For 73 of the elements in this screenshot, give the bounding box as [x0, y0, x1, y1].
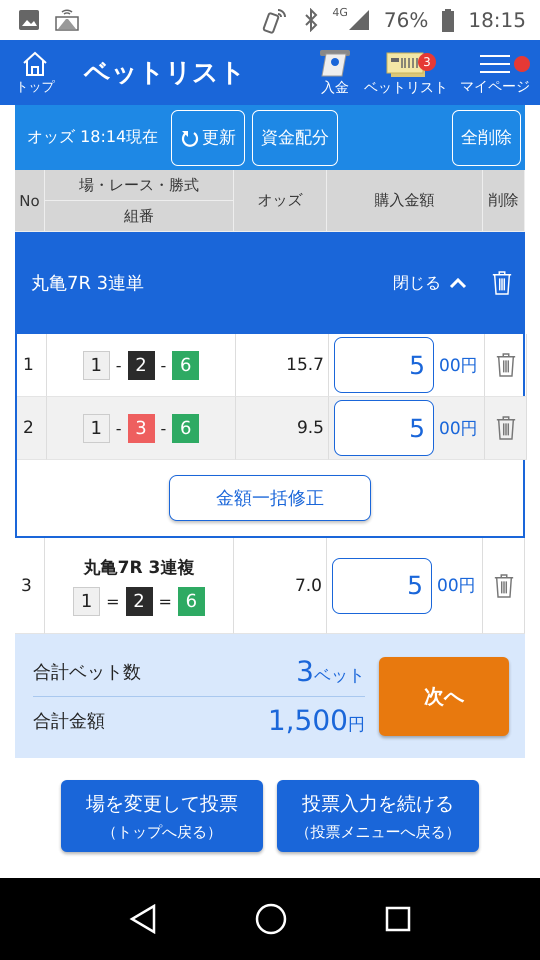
race-title: 丸亀7R 3連複 — [84, 556, 194, 578]
network-label: 4G — [332, 6, 348, 19]
number-tag: 6 — [172, 350, 200, 380]
nav-button[interactable]: 場を変更して投票 （トップへ戻る） — [61, 780, 263, 852]
next-button[interactable]: 次へ — [379, 656, 509, 736]
back-icon[interactable] — [128, 904, 157, 934]
amount-field[interactable]: 5 — [334, 337, 434, 393]
recents-icon[interactable] — [385, 906, 412, 932]
column-header: No — [15, 170, 45, 232]
home-button-icon[interactable] — [254, 902, 288, 936]
row-number: 2 — [17, 397, 47, 460]
button-subtitle: （投票メニューへ戻る） — [296, 822, 460, 842]
column-header: 組番 — [45, 201, 234, 232]
separator: = — [158, 592, 172, 610]
separator: - — [160, 418, 166, 438]
summary-label: 合計金額 — [33, 710, 105, 732]
nav-button[interactable]: 投票入力を続ける （投票メニューへ戻る） — [277, 780, 479, 852]
bulk-edit-button[interactable]: 金額一括修正 — [169, 475, 371, 521]
amount-field[interactable]: 5 — [334, 400, 434, 456]
number-tag: 6 — [172, 414, 200, 442]
separator: - — [116, 356, 122, 374]
number-tag: 1 — [82, 350, 110, 380]
number-tag: 6 — [178, 586, 205, 616]
refresh-button[interactable]: 更新 — [171, 110, 246, 166]
amount-field[interactable]: 5 — [332, 558, 432, 614]
home-icon[interactable] — [21, 50, 49, 78]
number-tag: 3 — [128, 414, 154, 442]
group-title: 丸亀7R 3連単 — [31, 272, 146, 295]
bluetooth-icon — [304, 8, 318, 32]
collapse-toggle[interactable]: 閉じる — [387, 272, 473, 294]
separator: - — [116, 418, 122, 438]
header-action-label[interactable]: ベットリスト — [364, 78, 448, 96]
home-label[interactable]: トップ — [16, 78, 54, 96]
header-action-label[interactable]: マイページ — [460, 78, 530, 96]
separator: - — [160, 356, 166, 374]
number-tag: 2 — [126, 586, 152, 616]
summary-label: 合計ベット数 — [33, 660, 141, 684]
unit-label: 00円 — [439, 418, 478, 440]
allocate-button[interactable]: 資金配分 — [252, 110, 338, 166]
separator: = — [106, 592, 120, 610]
header-action-label[interactable]: 入金 — [321, 78, 349, 96]
button-title: 投票入力を続ける — [302, 792, 454, 816]
count-unit: ベット — [314, 666, 365, 686]
column-header: オッズ — [234, 170, 327, 232]
delete-all-button[interactable]: 全削除 — [452, 110, 521, 166]
page-title: ベットリスト — [84, 57, 247, 90]
odds-cell: 9.5 — [236, 397, 329, 460]
unit-label: 00円 — [437, 575, 476, 597]
button-title: 場を変更して投票 — [86, 792, 238, 816]
trash-icon[interactable] — [494, 415, 516, 441]
clock: 18:15 — [468, 8, 526, 32]
column-header: 購入金額 — [327, 170, 483, 232]
signal-icon — [348, 8, 370, 32]
currency-unit: 円 — [348, 715, 365, 735]
column-header: 場・レース・勝式 — [45, 170, 234, 201]
battery-percent: 76% — [384, 8, 428, 32]
unit-label: 00円 — [439, 354, 478, 376]
trash-icon[interactable] — [492, 572, 514, 598]
odds-time: オッズ 18:14現在 — [27, 127, 158, 148]
chevron-icon — [449, 277, 467, 289]
total-amount: 1,500 — [268, 704, 348, 737]
bet-count: 3 — [296, 655, 314, 688]
image-icon — [18, 9, 40, 31]
screen-cast-icon — [54, 8, 80, 32]
number-tag: 1 — [73, 586, 100, 616]
number-tag: 1 — [82, 414, 110, 442]
button-subtitle: （トップへ戻る） — [102, 822, 222, 842]
column-header: 削除 — [483, 170, 525, 232]
yen-card-icon — [318, 48, 352, 78]
trash-icon[interactable] — [494, 352, 516, 378]
count-badge: 3 — [418, 52, 436, 70]
number-tag: 2 — [128, 350, 154, 380]
battery-icon — [442, 8, 454, 32]
